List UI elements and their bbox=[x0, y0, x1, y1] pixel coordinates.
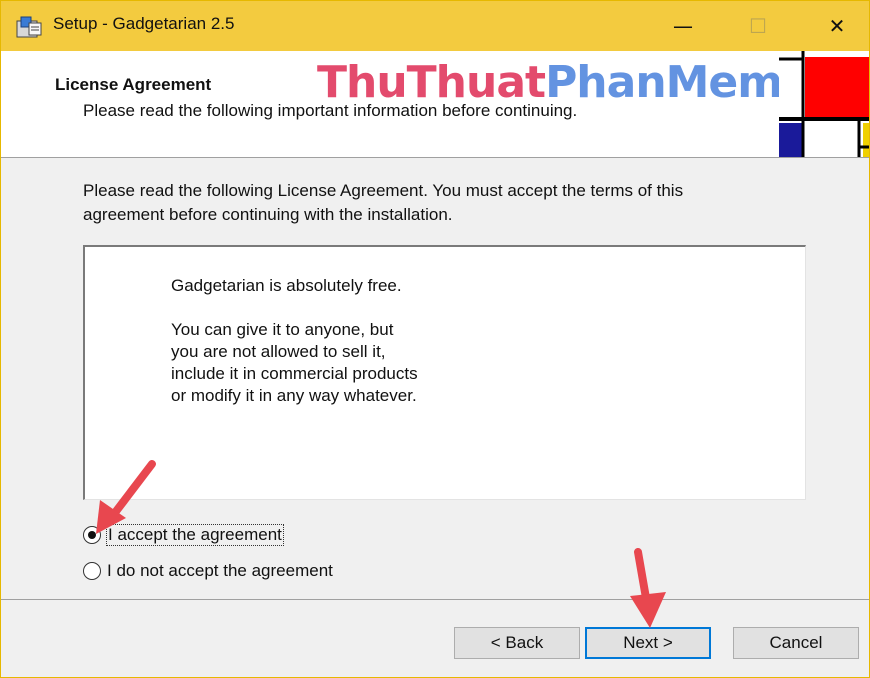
license-paragraph: You can give it to anyone, but you are n… bbox=[171, 319, 418, 407]
setup-icon bbox=[16, 16, 42, 38]
wizard-logo-image bbox=[779, 51, 869, 157]
license-line-1: Gadgetarian is absolutely free. bbox=[171, 276, 402, 295]
next-button[interactable]: Next > bbox=[585, 627, 711, 659]
footer-divider bbox=[1, 599, 869, 600]
license-line-3: you are not allowed to sell it, bbox=[171, 342, 386, 361]
setup-window: Setup - Gadgetarian 2.5 — ☐ ✕ ThuThuatPh… bbox=[0, 0, 870, 678]
page-subtitle: Please read the following important info… bbox=[83, 101, 578, 120]
annotation-arrow-next bbox=[630, 548, 666, 628]
page-title: License Agreement bbox=[55, 75, 212, 94]
minimize-button[interactable]: — bbox=[643, 1, 723, 51]
decline-option[interactable]: I do not accept the agreement bbox=[83, 561, 333, 581]
intro-line-2: agreement before continuing with the ins… bbox=[83, 205, 453, 224]
close-button[interactable]: ✕ bbox=[797, 1, 870, 51]
decline-radio[interactable] bbox=[83, 562, 101, 580]
license-text-box[interactable]: Gadgetarian is absolutely free. You can … bbox=[83, 245, 806, 500]
intro-text: Please read the following License Agreem… bbox=[83, 179, 783, 227]
cancel-button[interactable]: Cancel bbox=[733, 627, 859, 659]
close-icon: ✕ bbox=[828, 14, 846, 38]
back-button[interactable]: < Back bbox=[454, 627, 580, 659]
license-line-4: include it in commercial products bbox=[171, 364, 418, 383]
title-bar[interactable]: Setup - Gadgetarian 2.5 — ☐ ✕ bbox=[1, 1, 869, 51]
maximize-button[interactable]: ☐ bbox=[718, 1, 798, 51]
window-title: Setup - Gadgetarian 2.5 bbox=[53, 14, 235, 33]
license-line-2: You can give it to anyone, but bbox=[171, 320, 394, 339]
intro-line-1: Please read the following License Agreem… bbox=[83, 181, 684, 200]
annotation-arrow-accept bbox=[96, 460, 156, 534]
minimize-icon: — bbox=[673, 14, 693, 38]
license-line-5: or modify it in any way whatever. bbox=[171, 386, 417, 405]
wizard-header: ThuThuatPhanMem.vn License Agreement Ple… bbox=[1, 51, 869, 158]
decline-label: I do not accept the agreement bbox=[107, 561, 333, 580]
maximize-icon: ☐ bbox=[749, 14, 767, 38]
